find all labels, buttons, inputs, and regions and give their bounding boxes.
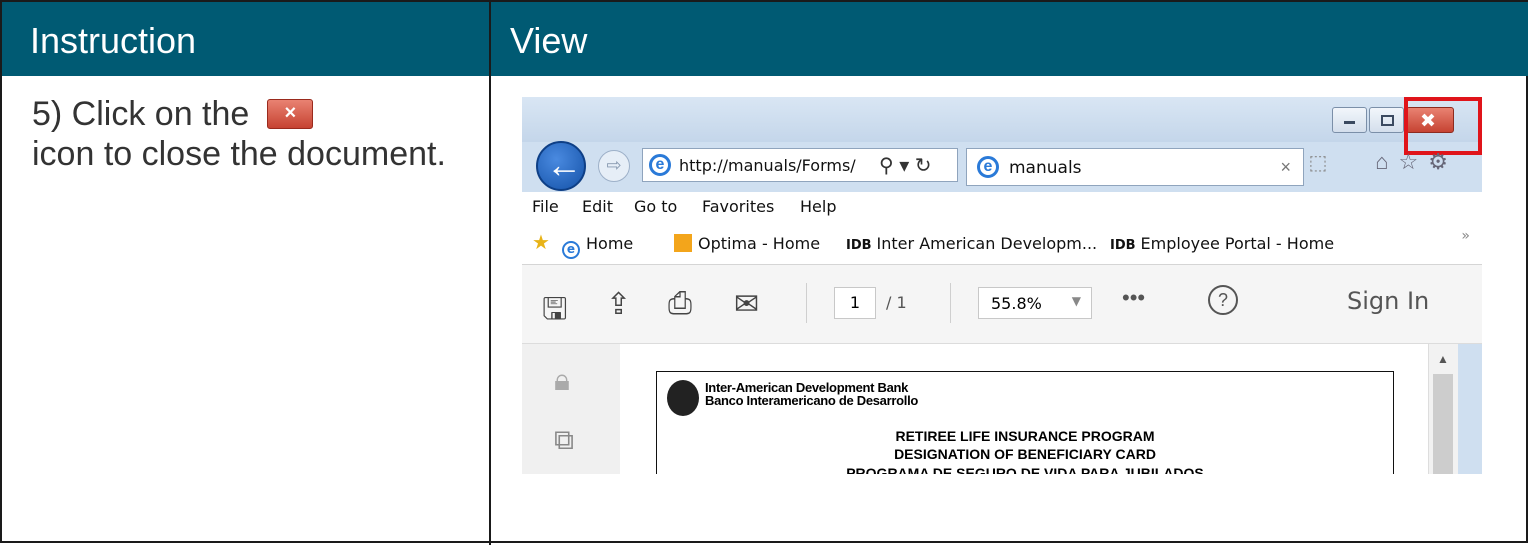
fav-home[interactable]: e Home: [562, 234, 633, 259]
menu-goto[interactable]: Go to: [634, 197, 677, 216]
scroll-up-icon[interactable]: ▲: [1437, 352, 1449, 366]
page-number-input[interactable]: 1: [834, 287, 876, 319]
forward-button[interactable]: ⇨: [598, 150, 630, 182]
tab-manuals[interactable]: e manuals ×: [966, 148, 1304, 186]
vertical-scrollbar[interactable]: ▲: [1428, 344, 1459, 474]
page-total: / 1: [886, 293, 907, 312]
navigation-row: ⇨ e http://manuals/Forms/ ⚲ ▾ ↻ e manual…: [522, 139, 1482, 191]
more-options[interactable]: •••: [1122, 285, 1145, 311]
window-frame-right: [1458, 344, 1482, 474]
favorites-bar: ★ e Home Optima - Home IDB Inter American …: [522, 222, 1482, 265]
fav-idb-inter-american[interactable]: IDB Inter American Developm...: [846, 234, 1097, 253]
fav-idb-employee-portal[interactable]: IDB Employee Portal - Home: [1110, 234, 1334, 253]
pages-icon[interactable]: ⧉: [554, 424, 574, 457]
chevron-down-icon: ▼: [1071, 294, 1081, 308]
document-title-3: PROGRAMA DE SEGURO DE VIDA PARA JUBILADO…: [846, 465, 1204, 474]
toolbar-separator: [950, 283, 951, 323]
sign-in-link[interactable]: Sign In: [1347, 287, 1429, 315]
email-icon[interactable]: ✉: [734, 287, 759, 322]
lock-icon[interactable]: 🔒︎: [554, 364, 570, 398]
header-view: View: [510, 20, 588, 61]
table-header: Instruction View: [2, 2, 1528, 76]
menu-edit[interactable]: Edit: [582, 197, 613, 216]
tab-close-icon[interactable]: ×: [1280, 157, 1291, 178]
help-icon[interactable]: ?: [1208, 285, 1238, 315]
document-area: Inter-American Development Bank Banco In…: [620, 344, 1428, 474]
search-refresh-icons[interactable]: ⚲ ▾ ↻: [879, 153, 932, 178]
zoom-select[interactable]: 55.8% ▼: [978, 287, 1092, 319]
instruction-part1: 5) Click on the: [32, 95, 250, 133]
ie-icon: e: [649, 154, 671, 176]
document-form-box: Inter-American Development Bank Banco In…: [656, 371, 1394, 474]
home-favorites-settings-icons[interactable]: ⌂☆⚙: [1375, 149, 1458, 175]
tab-title: manuals: [1009, 158, 1082, 178]
menu-bar: File Edit Go to Favorites Help: [522, 192, 1482, 222]
browser-screenshot: ⇨ e http://manuals/Forms/ ⚲ ▾ ↻ e manual…: [522, 97, 1482, 474]
instruction-table: Instruction View 5) Click on the × icon t…: [0, 0, 1528, 545]
menu-help[interactable]: Help: [800, 197, 836, 216]
new-tab-icon[interactable]: ⬚: [1300, 148, 1336, 178]
print-icon[interactable]: ⎙: [668, 287, 692, 321]
document-title-2: DESIGNATION OF BENEFICIARY CARD: [894, 446, 1156, 462]
instruction-text: 5) Click on the × icon to close the docum…: [32, 94, 452, 174]
address-bar[interactable]: e http://manuals/Forms/ ⚲ ▾ ↻: [642, 148, 958, 182]
chevron-more-icon[interactable]: »: [1461, 228, 1470, 244]
instruction-part2: icon to close the document.: [32, 135, 446, 173]
upload-icon[interactable]: ⇪: [606, 287, 631, 322]
idb-logo: [667, 380, 699, 416]
column-divider: [489, 2, 491, 545]
minimize-button[interactable]: [1332, 107, 1367, 133]
bank-name-spanish: Banco Interamericano de Desarrollo: [705, 393, 919, 408]
maximize-button[interactable]: [1369, 107, 1404, 133]
header-instruction: Instruction: [30, 20, 197, 61]
fav-optima[interactable]: Optima - Home: [674, 234, 820, 253]
document-title-1: RETIREE LIFE INSURANCE PROGRAM: [895, 428, 1155, 444]
back-button[interactable]: [536, 141, 586, 191]
toolbar-separator: [806, 283, 807, 323]
scroll-thumb[interactable]: [1433, 374, 1453, 474]
address-url: http://manuals/Forms/: [679, 156, 856, 175]
menu-file[interactable]: File: [532, 197, 559, 216]
pdf-toolbar: 🖫 ⇪ ⎙ ✉ 1 / 1 55.8% ▼ ••• ? Sign In: [522, 265, 1482, 344]
ie-tab-icon: e: [977, 156, 999, 178]
save-icon[interactable]: 🖫: [542, 287, 568, 338]
favorites-star-icon[interactable]: ★: [532, 230, 550, 254]
document-page: Inter-American Development Bank Banco In…: [620, 344, 1428, 474]
menu-favorites[interactable]: Favorites: [702, 197, 774, 216]
close-icon: ×: [267, 99, 314, 129]
pdf-side-rail: 🔒︎ ⧉: [522, 344, 620, 474]
